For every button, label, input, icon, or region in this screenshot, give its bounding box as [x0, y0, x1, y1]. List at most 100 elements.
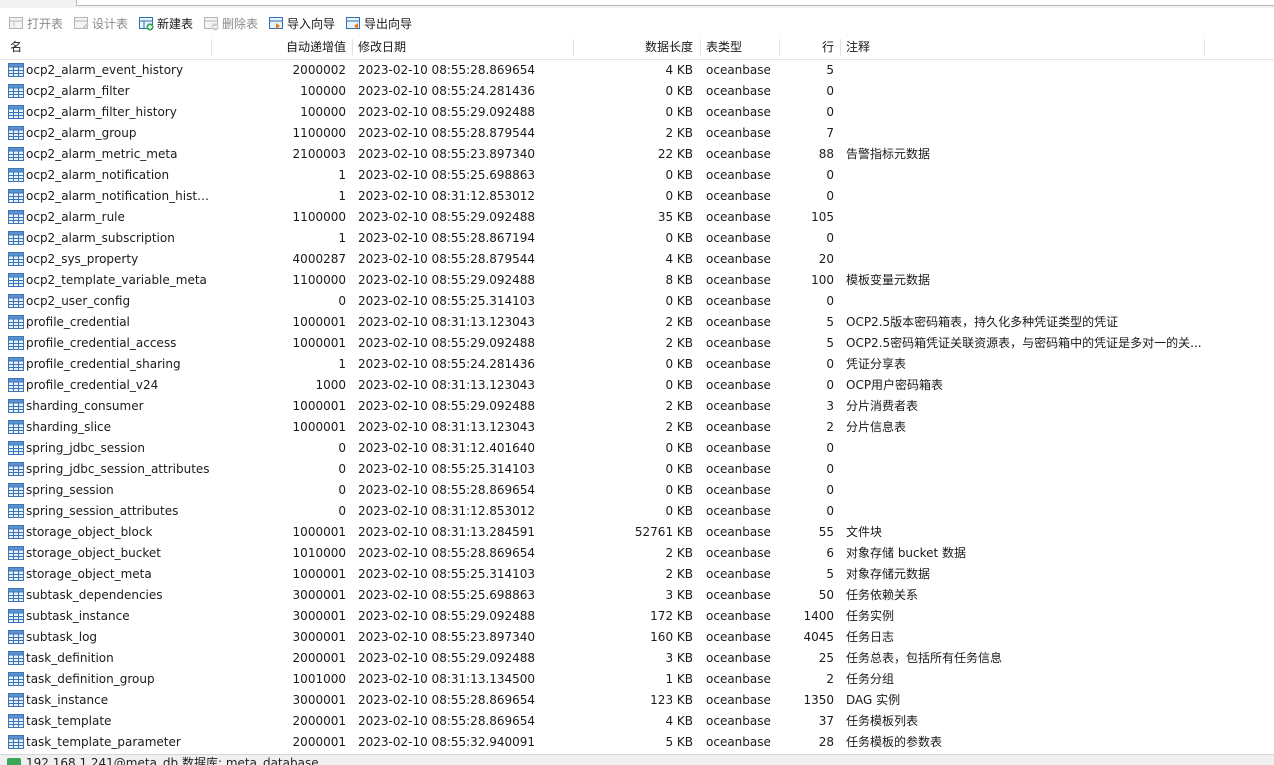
table-row[interactable]: ocp2_alarm_filter 100000 2023-02-10 08:55:…	[0, 81, 1274, 102]
data-length-cell: 0 KB	[665, 231, 693, 245]
row-count-cell: 1350	[803, 693, 834, 707]
data-length-cell: 0 KB	[665, 441, 693, 455]
column-header-table-type[interactable]: 表类型	[706, 36, 742, 59]
column-divider[interactable]	[352, 39, 353, 56]
data-length-cell: 2 KB	[665, 420, 693, 434]
row-count-cell: 105	[811, 210, 834, 224]
table-row[interactable]: storage_object_meta 1000001 2023-02-10 08:…	[0, 564, 1274, 585]
table-row[interactable]: ocp2_template_variable_meta 1100000 2023-0…	[0, 270, 1274, 291]
table-row[interactable]: profile_credential_sharing 1 2023-02-10 08…	[0, 354, 1274, 375]
table-row[interactable]: ocp2_alarm_group 1100000 2023-02-10 08:55:…	[0, 123, 1274, 144]
design-table-icon	[74, 17, 89, 30]
object-tab-edge	[76, 0, 1274, 6]
table-row[interactable]: subtask_dependencies 3000001 2023-02-10 08…	[0, 585, 1274, 606]
modified-date-cell: 2023-02-10 08:55:29.092488	[358, 336, 536, 350]
table-row[interactable]: task_definition_group 1001000 2023-02-10 0…	[0, 669, 1274, 690]
table-name-cell: profile_credential_access	[26, 336, 177, 350]
table-type-cell: oceanbase	[706, 126, 771, 140]
auto-increment-cell: 1	[338, 357, 346, 371]
table-row[interactable]: ocp2_alarm_notification 1 2023-02-10 08:55…	[0, 165, 1274, 186]
table-name-cell: spring_session	[26, 483, 114, 497]
table-row[interactable]: task_instance 3000001 2023-02-10 08:55:28.…	[0, 690, 1274, 711]
table-row[interactable]: ocp2_alarm_filter_history 100000 2023-02-1…	[0, 102, 1274, 123]
auto-increment-cell: 1100000	[292, 273, 346, 287]
comment-cell: 任务总表，包括所有任务信息	[846, 651, 1003, 665]
modified-date-cell: 2023-02-10 08:55:29.092488	[358, 273, 536, 287]
comment-cell: 任务模板的参数表	[846, 735, 943, 749]
table-row[interactable]: ocp2_sys_property 4000287 2023-02-10 08:55…	[0, 249, 1274, 270]
table-row[interactable]: subtask_log 3000001 2023-02-10 08:55:23.89…	[0, 627, 1274, 648]
table-name-cell: spring_session_attributes	[26, 504, 179, 518]
table-name-cell: ocp2_alarm_filter_history	[26, 105, 177, 119]
table-name-cell: ocp2_alarm_event_history	[26, 63, 184, 77]
data-length-cell: 123 KB	[650, 693, 693, 707]
table-icon	[8, 83, 24, 99]
column-header-rows[interactable]: 行	[780, 36, 834, 59]
import-wizard-button[interactable]: 导入向导	[268, 12, 335, 34]
table-name-cell: ocp2_user_config	[26, 294, 131, 308]
column-divider[interactable]	[1204, 39, 1205, 56]
auto-increment-cell: 1000	[315, 378, 346, 392]
export-wizard-button[interactable]: 导出向导	[345, 12, 412, 34]
column-header-auto-increment[interactable]: 自动递增值	[212, 36, 346, 59]
data-length-cell: 1 KB	[665, 672, 693, 686]
table-row[interactable]: task_template 2000001 2023-02-10 08:55:28.…	[0, 711, 1274, 732]
table-type-cell: oceanbase	[706, 336, 771, 350]
auto-increment-cell: 0	[338, 441, 346, 455]
table-row[interactable]: ocp2_alarm_notification_history 1 2023-02-…	[0, 186, 1274, 207]
table-row[interactable]: sharding_slice 1000001 2023-02-10 08:31:13…	[0, 417, 1274, 438]
design-table-label: 设计表	[92, 16, 129, 31]
table-row[interactable]: storage_object_block 1000001 2023-02-10 08…	[0, 522, 1274, 543]
table-row[interactable]: task_template_parameter 2000001 2023-02-10…	[0, 732, 1274, 753]
table-type-cell: oceanbase	[706, 525, 771, 539]
table-row[interactable]: spring_jdbc_session_attributes 0 2023-02-1…	[0, 459, 1274, 480]
auto-increment-cell: 1000001	[292, 420, 346, 434]
column-divider[interactable]	[700, 39, 701, 56]
table-row[interactable]: ocp2_alarm_rule 1100000 2023-02-10 08:55:2…	[0, 207, 1274, 228]
comment-cell	[846, 123, 1204, 144]
design-table-button[interactable]: 设计表	[73, 12, 128, 34]
delete-table-button[interactable]: 删除表	[203, 12, 258, 34]
table-row[interactable]: ocp2_user_config 0 2023-02-10 08:55:25.314…	[0, 291, 1274, 312]
table-icon	[8, 713, 24, 729]
column-divider[interactable]	[573, 39, 574, 56]
auto-increment-cell: 4000287	[292, 252, 346, 266]
table-row[interactable]: ocp2_alarm_event_history 2000002 2023-02-1…	[0, 60, 1274, 81]
table-row[interactable]: subtask_instance 3000001 2023-02-10 08:55:…	[0, 606, 1274, 627]
data-length-cell: 0 KB	[665, 378, 693, 392]
column-header-data-length[interactable]: 数据长度	[575, 36, 693, 59]
column-header-name[interactable]: 名	[10, 36, 22, 59]
modified-date-cell: 2023-02-10 08:55:24.281436	[358, 84, 536, 98]
table-type-cell: oceanbase	[706, 378, 771, 392]
table-row[interactable]: profile_credential_access 1000001 2023-02-…	[0, 333, 1274, 354]
table-type-cell: oceanbase	[706, 651, 771, 665]
table-row[interactable]: spring_session_attributes 0 2023-02-10 08:…	[0, 501, 1274, 522]
table-name-cell: ocp2_alarm_metric_meta	[26, 147, 178, 161]
modified-date-cell: 2023-02-10 08:55:23.897340	[358, 630, 536, 644]
table-row[interactable]: sharding_consumer 1000001 2023-02-10 08:55…	[0, 396, 1274, 417]
table-row[interactable]: task_definition 2000001 2023-02-10 08:55:2…	[0, 648, 1274, 669]
data-length-cell: 172 KB	[650, 609, 693, 623]
table-name-cell: profile_credential_sharing	[26, 357, 181, 371]
new-table-button[interactable]: 新建表	[138, 12, 193, 34]
open-table-button[interactable]: 打开表	[8, 12, 63, 34]
table-row[interactable]: spring_session 0 2023-02-10 08:55:28.86965…	[0, 480, 1274, 501]
column-header-comment[interactable]: 注释	[846, 36, 870, 59]
table-name-cell: subtask_dependencies	[26, 588, 163, 602]
table-name-cell: sharding_consumer	[26, 399, 144, 413]
table-row[interactable]: spring_jdbc_session 0 2023-02-10 08:31:12.…	[0, 438, 1274, 459]
table-row[interactable]: ocp2_alarm_subscription 1 2023-02-10 08:55…	[0, 228, 1274, 249]
column-header-modified-date[interactable]: 修改日期	[358, 36, 406, 59]
table-row[interactable]: profile_credential 1000001 2023-02-10 08:3…	[0, 312, 1274, 333]
modified-date-cell: 2023-02-10 08:55:29.092488	[358, 210, 536, 224]
table-name-cell: task_instance	[26, 693, 109, 707]
column-divider[interactable]	[840, 39, 841, 56]
table-type-cell: oceanbase	[706, 609, 771, 623]
table-name-cell: storage_object_meta	[26, 567, 152, 581]
table-row[interactable]: storage_object_bucket 1010000 2023-02-10 0…	[0, 543, 1274, 564]
modified-date-cell: 2023-02-10 08:55:28.869654	[358, 483, 536, 497]
table-list: ocp2_alarm_event_history 2000002 2023-02-1…	[0, 60, 1274, 754]
table-row[interactable]: profile_credential_v24 1000 2023-02-10 08:…	[0, 375, 1274, 396]
row-count-cell: 0	[826, 483, 834, 497]
table-row[interactable]: ocp2_alarm_metric_meta 2100003 2023-02-10 …	[0, 144, 1274, 165]
